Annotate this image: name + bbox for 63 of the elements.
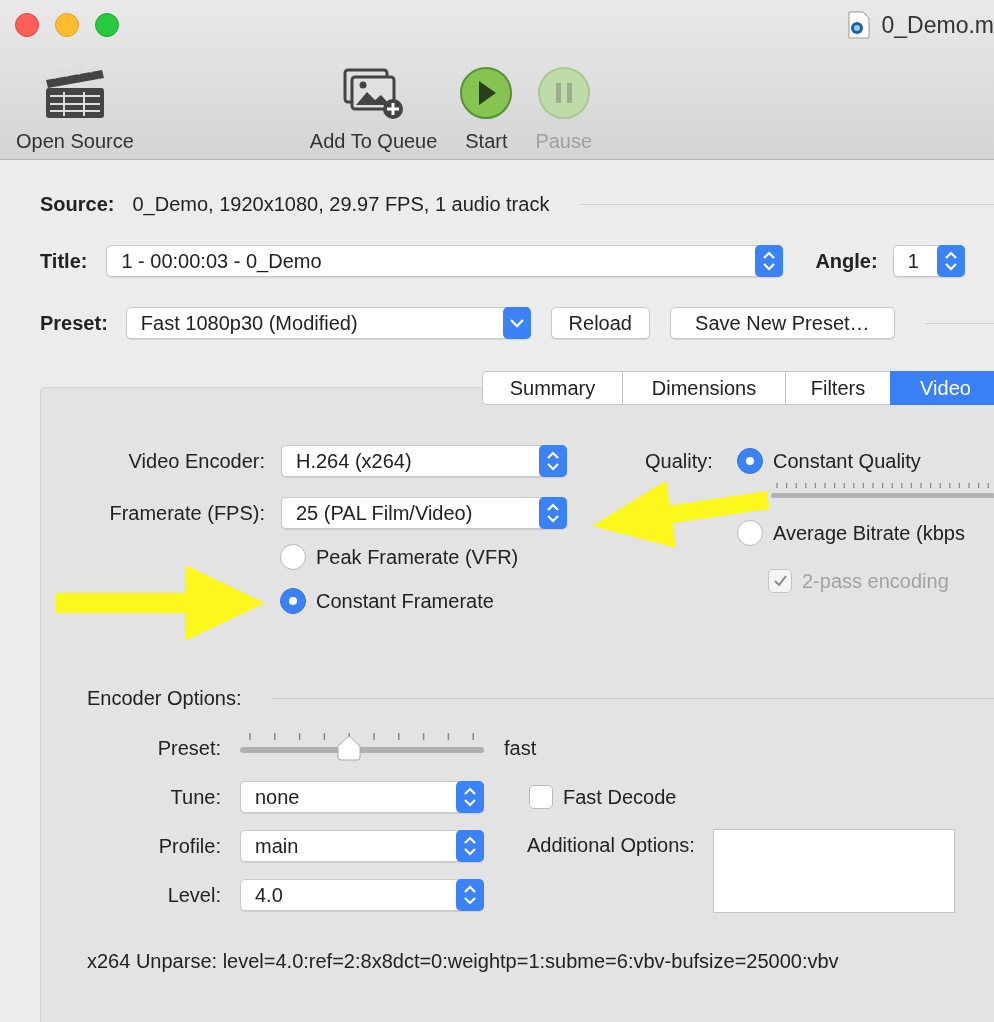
- play-icon: [459, 66, 514, 120]
- tab[interactable]: Summary: [482, 371, 622, 405]
- toolbar-button[interactable]: Start: [457, 50, 516, 155]
- stepper-icon: [456, 879, 484, 911]
- preset-button[interactable]: Save New Preset…: [669, 307, 895, 339]
- checkbox-label: Fast Decode: [563, 785, 677, 809]
- stepper-icon: [539, 497, 567, 529]
- title-label: Title:: [40, 249, 88, 273]
- encoder-dropdown[interactable]: H.264 (x264): [281, 445, 567, 477]
- section-heading: Encoder Options:: [87, 686, 242, 710]
- framerate-dropdown[interactable]: 25 (PAL Film/Video): [281, 497, 567, 529]
- slider-value: fast: [504, 736, 538, 760]
- options-text-area[interactable]: [712, 829, 955, 913]
- photos-plus-icon: [342, 66, 405, 120]
- radio-label: Peak Framerate (VFR): [316, 545, 519, 569]
- slider-thumb[interactable]: [337, 735, 361, 761]
- toolbar-button[interactable]: Add To Queue: [307, 50, 440, 155]
- radio-label: Constant Framerate: [316, 589, 494, 613]
- stepper-icon: [539, 445, 567, 477]
- chevron-down-icon: [502, 307, 531, 339]
- zoom-button[interactable]: [95, 13, 119, 37]
- radio-label: Average Bitrate (kbps: [773, 521, 965, 545]
- radio-button[interactable]: [280, 588, 306, 614]
- check-icon: [772, 573, 788, 589]
- toolbar-button[interactable]: Open Source: [14, 50, 136, 155]
- preset-button[interactable]: Reload: [550, 307, 650, 339]
- angle-dropdown[interactable]: 1: [892, 245, 965, 277]
- checkbox-label: 2-pass encoding: [802, 569, 949, 593]
- field-label: Profile:: [157, 834, 221, 858]
- tune-dropdown[interactable]: none: [240, 781, 484, 813]
- video-file-icon: [847, 11, 870, 39]
- source-label: Source:: [40, 192, 115, 216]
- pause-icon: [536, 66, 591, 120]
- field-label: Tune:: [169, 785, 221, 809]
- level-dropdown[interactable]: 4.0: [240, 879, 484, 911]
- checkbox[interactable]: [529, 785, 553, 809]
- field-label: Framerate (FPS):: [108, 501, 265, 525]
- angle-label: Angle:: [815, 249, 878, 273]
- field-label: Level:: [166, 883, 221, 907]
- preset-label: Preset:: [40, 311, 108, 335]
- radio-label: Constant Quality: [773, 449, 921, 473]
- stepper-icon: [456, 830, 484, 862]
- close-button[interactable]: [15, 13, 39, 37]
- stepper-icon: [755, 245, 784, 277]
- tab[interactable]: Dimensions: [622, 371, 785, 405]
- minimize-button[interactable]: [55, 13, 79, 37]
- radio-button[interactable]: [280, 544, 306, 570]
- field-label: Additional Options:: [527, 834, 695, 857]
- source-info: 0_Demo, 1920x1080, 29.97 FPS, 1 audio track: [132, 192, 550, 216]
- field-label: Video Encoder:: [127, 449, 265, 473]
- preset-dropdown[interactable]: Fast 1080p30 (Modified): [125, 307, 531, 339]
- radio-button[interactable]: [737, 448, 763, 474]
- profile-dropdown[interactable]: main: [240, 830, 484, 862]
- tab[interactable]: Video: [890, 371, 994, 405]
- window-title: 0_Demo.m: [881, 11, 994, 39]
- title-dropdown[interactable]: 1 - 00:00:03 - 0_Demo: [106, 245, 784, 277]
- field-label: Preset:: [156, 736, 221, 760]
- quality-label: Quality:: [645, 449, 714, 473]
- stepper-icon: [456, 781, 484, 813]
- tab[interactable]: Filters: [785, 371, 890, 405]
- radio-button[interactable]: [737, 520, 763, 546]
- stepper-icon: [936, 245, 965, 277]
- unparse-text: x264 Unparse: level=4.0:ref=2:8x8dct=0:weightp=1:subme=6:vbv-bufsize=25000:vbv: [86, 950, 840, 973]
